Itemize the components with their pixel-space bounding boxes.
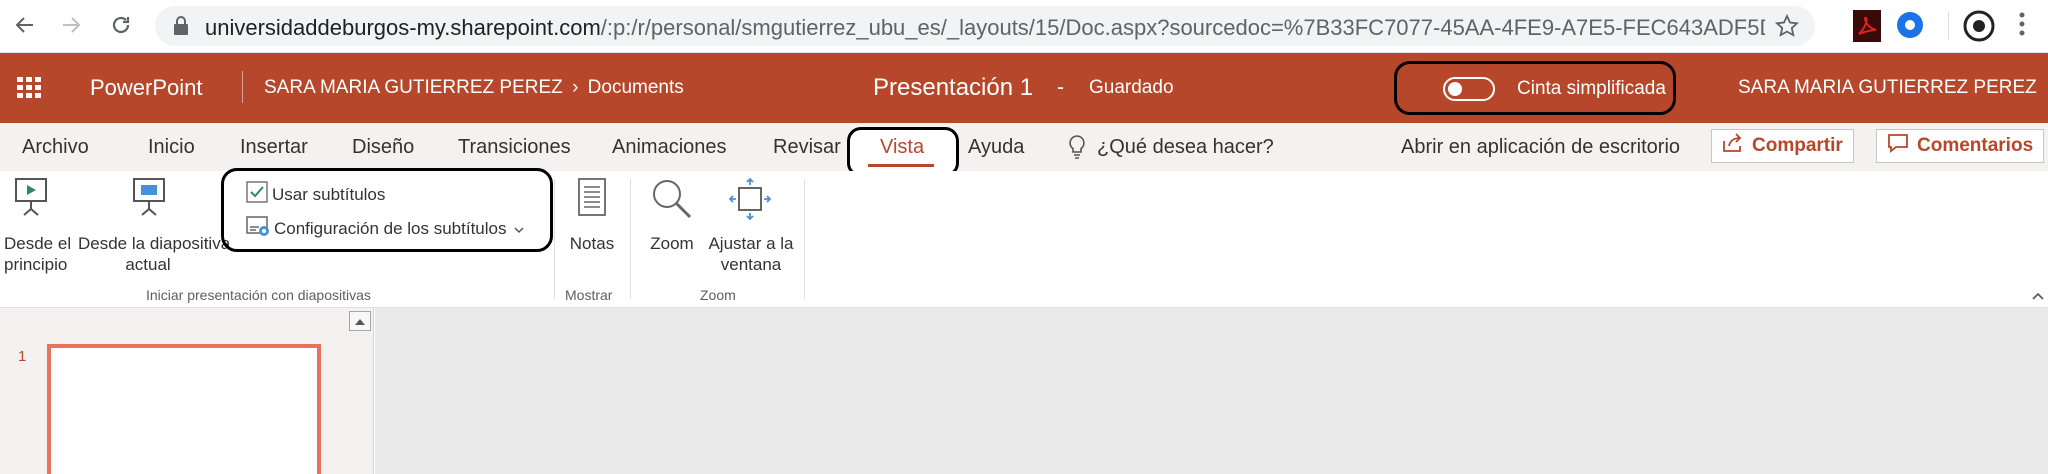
address-bar[interactable]: universidaddeburgos-my.sharepoint.com/:p…	[155, 6, 1815, 46]
group-label-slideshow: Iniciar presentación con diapositivas	[146, 287, 371, 303]
lock-icon	[173, 16, 189, 41]
checkbox-checked-icon	[246, 181, 268, 208]
tab-ayuda[interactable]: Ayuda	[968, 136, 1024, 159]
back-icon[interactable]	[10, 10, 40, 40]
slide-number: 1	[18, 348, 27, 365]
tab-inicio[interactable]: Inicio	[148, 136, 195, 159]
use-subtitles-label: Usar subtítulos	[272, 184, 386, 204]
breadcrumb: SARA MARIA GUTIERREZ PEREZ › Documents	[264, 77, 684, 99]
tell-me-search[interactable]: ¿Qué desea hacer?	[1097, 136, 1274, 159]
tab-revisar[interactable]: Revisar	[773, 136, 841, 159]
breadcrumb-user[interactable]: SARA MARIA GUTIERREZ PEREZ	[264, 77, 563, 98]
simplified-ribbon-toggle[interactable]	[1443, 77, 1495, 101]
from-current-label-1: Desde la diapositiva	[78, 234, 231, 253]
browser-toolbar: universidaddeburgos-my.sharepoint.com/:p…	[0, 0, 2048, 53]
save-status: Guardado	[1089, 77, 1174, 98]
share-label: Compartir	[1752, 135, 1843, 156]
subtitle-settings-label: Configuración de los subtítulos	[274, 218, 507, 238]
active-tab-indicator	[868, 164, 934, 167]
zoom-magnifier-icon	[650, 177, 694, 226]
tab-insertar[interactable]: Insertar	[240, 136, 308, 159]
tab-transiciones[interactable]: Transiciones	[458, 136, 571, 159]
simplified-ribbon-label[interactable]: Cinta simplificada	[1517, 78, 1666, 100]
group-divider	[554, 179, 555, 299]
zoom-button[interactable]: Zoom	[640, 173, 704, 281]
share-button[interactable]: Compartir	[1711, 129, 1854, 163]
bookmark-star-icon[interactable]	[1774, 13, 1800, 43]
present-from-current-icon	[132, 177, 166, 222]
tab-diseno[interactable]: Diseño	[352, 136, 414, 159]
group-label-show: Mostrar	[565, 287, 613, 303]
profile-avatar[interactable]	[1963, 10, 1995, 42]
group-divider	[630, 179, 631, 299]
extension-icon[interactable]	[1895, 10, 1927, 42]
app-header: PowerPoint SARA MARIA GUTIERREZ PEREZ › …	[0, 53, 2048, 123]
notes-button[interactable]: Notas	[560, 173, 624, 281]
subtitle-settings-dropdown[interactable]: Configuración de los subtítulos	[246, 215, 525, 242]
kebab-menu-icon[interactable]	[2018, 10, 2038, 42]
group-divider	[804, 179, 805, 299]
scroll-up-button[interactable]	[349, 311, 371, 331]
comments-label: Comentarios	[1917, 135, 2034, 156]
lightbulb-icon	[1068, 135, 1086, 164]
app-launcher-icon[interactable]	[17, 77, 41, 99]
zoom-label: Zoom	[650, 234, 694, 253]
account-name[interactable]: SARA MARIA GUTIERREZ PEREZ	[1738, 77, 2037, 99]
tab-vista[interactable]: Vista	[880, 136, 924, 159]
breadcrumb-folder[interactable]: Documents	[588, 77, 684, 98]
forward-icon[interactable]	[56, 10, 86, 40]
notes-icon	[577, 177, 607, 222]
slide-canvas[interactable]	[375, 308, 2048, 474]
share-icon	[1722, 133, 1744, 159]
comment-icon	[1887, 133, 1909, 159]
notes-label: Notas	[569, 234, 615, 253]
from-start-label-2: principio	[4, 255, 68, 274]
toolbar-divider	[1948, 12, 1949, 40]
url-text: universidaddeburgos-my.sharepoint.com/:p…	[205, 15, 1765, 40]
open-in-desktop-app[interactable]: Abrir en aplicación de escritorio	[1401, 136, 1680, 159]
reload-icon[interactable]	[106, 10, 136, 40]
simplified-ribbon-highlight: Cinta simplificada	[1394, 61, 1676, 115]
app-name[interactable]: PowerPoint	[90, 75, 203, 101]
pdf-extension-icon[interactable]	[1853, 10, 1885, 42]
from-current-button[interactable]: Desde la diapositiva actual	[78, 173, 231, 281]
present-from-start-icon	[14, 177, 48, 222]
fit-window-label-1: Ajustar a la	[708, 234, 794, 253]
breadcrumb-separator: ›	[572, 77, 579, 98]
from-start-button[interactable]: Desde el principio	[0, 173, 78, 281]
comments-button[interactable]: Comentarios	[1876, 129, 2045, 163]
chevron-down-icon	[514, 219, 525, 239]
from-current-label-2: actual	[125, 255, 171, 274]
ribbon-tabs: Archivo Inicio Insertar Diseño Transicio…	[0, 123, 2048, 177]
group-label-zoom: Zoom	[700, 287, 736, 303]
use-subtitles-checkbox[interactable]: Usar subtítulos	[246, 181, 385, 208]
document-title[interactable]: Presentación 1	[873, 74, 1033, 102]
slide-thumbnail-pane: 1	[0, 308, 374, 474]
fit-to-window-button[interactable]: Ajustar a la ventana	[704, 173, 798, 281]
ribbon-vista: Desde el principio Desde la diapositiva …	[0, 168, 2048, 308]
header-divider	[242, 71, 243, 103]
tab-archivo[interactable]: Archivo	[22, 136, 89, 159]
fit-window-icon	[728, 177, 772, 226]
collapse-ribbon-icon[interactable]	[2032, 287, 2044, 305]
title-dash: -	[1057, 76, 1064, 99]
tab-animaciones[interactable]: Animaciones	[612, 136, 727, 159]
fit-window-label-2: ventana	[720, 255, 782, 274]
subtitle-settings-icon	[246, 215, 270, 242]
from-start-label-1: Desde el	[4, 234, 72, 253]
slide-thumbnail[interactable]	[47, 344, 321, 474]
